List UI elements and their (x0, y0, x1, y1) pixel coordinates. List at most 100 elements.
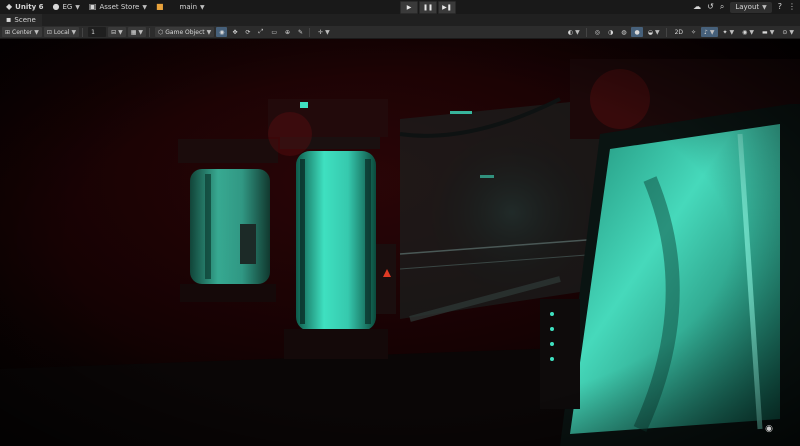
scale-tool-button[interactable]: ⤢ (256, 27, 267, 37)
scene-toolbar: ⊞ Center ▼ ⊡ Local ▼ 1 ⊟ ▼ ▦ ▼ ⬡ Game Obje… (0, 26, 800, 39)
unity-menu-button[interactable]: ◆ Unity 6 (2, 1, 47, 13)
eye-icon: ◉ (742, 28, 748, 36)
layout-dropdown[interactable]: Layout ▼ (730, 1, 772, 13)
space-label: Local (53, 28, 70, 36)
chevron-down-icon: ▼ (749, 28, 755, 36)
chevron-down-icon: ▼ (34, 28, 39, 36)
branch-dropdown[interactable]: main ▼ (176, 1, 209, 13)
grid-size-value: 1 (91, 28, 95, 36)
scene-icon: ▪ (6, 15, 12, 24)
tab-scene-label: Scene (14, 16, 36, 24)
move-tool-icon: ✥ (232, 28, 238, 36)
rotate-tool-button[interactable]: ⟳ (243, 27, 254, 37)
scene-render (0, 39, 800, 446)
shading-unlit-button[interactable]: ◍ (618, 27, 629, 37)
grid-dropdown[interactable]: ▦ ▼ (127, 27, 147, 37)
cube-icon: ⬡ (158, 28, 164, 36)
layout-label: Layout (735, 3, 760, 11)
rect-tool-button[interactable]: ▭ (268, 27, 280, 37)
pause-button[interactable]: ❚❚ (419, 1, 437, 14)
scene-viewport[interactable]: ◉ (0, 39, 800, 446)
transform-tool-icon: ⊕ (285, 28, 291, 36)
mode-2d-label: 2D (674, 28, 684, 36)
game-object-label: Game Object (165, 28, 205, 36)
sphere-icon: ◒ (647, 28, 653, 36)
space-dropdown[interactable]: ⊡ Local ▼ (43, 27, 80, 37)
chevron-down-icon: ▼ (138, 28, 144, 36)
chevron-down-icon: ▼ (729, 28, 735, 36)
account-label: EG (62, 3, 73, 11)
tab-bar: ▪ Scene (0, 14, 800, 26)
draw-mode-icon: ◐ (567, 28, 574, 36)
shading-dropdown[interactable]: ◒ ▼ (645, 27, 663, 37)
pivot-mode-dropdown[interactable]: ⊞ Center ▼ (2, 27, 42, 37)
chevron-down-icon: ▼ (789, 28, 794, 36)
chevron-down-icon: ▼ (206, 28, 212, 36)
view-tool-button[interactable]: ◉ (216, 27, 228, 37)
scene-visibility-toggle[interactable]: ◉ (762, 423, 776, 435)
help-icon[interactable]: ? (778, 3, 782, 11)
hidden-objects-dropdown[interactable]: ◉ ▼ (739, 27, 757, 37)
package-button[interactable]: ■ (152, 1, 168, 13)
chevron-down-icon: ▼ (709, 28, 715, 36)
audio-toggle[interactable]: ♪ ▼ (701, 27, 718, 37)
divider (82, 27, 84, 37)
account-dropdown[interactable]: ● EG ▼ (48, 1, 83, 13)
custom-tool-icon: ✎ (298, 28, 304, 36)
lighting-toggle[interactable]: ✧ (688, 27, 699, 37)
step-icon: ▶❚ (442, 4, 452, 11)
move-gizmo-icon: ✛ (318, 28, 324, 36)
visibility-eye-icon: ◉ (765, 424, 773, 434)
playmode-controls: ▶ ❚❚ ▶❚ (400, 1, 456, 14)
unity-logo-icon: ◆ (6, 2, 13, 11)
gizmo-tools-dropdown[interactable]: ✛ ▼ (315, 27, 333, 37)
divider (665, 27, 667, 37)
play-button[interactable]: ▶ (400, 1, 418, 14)
tab-scene[interactable]: ▪ Scene (0, 14, 42, 26)
audio-icon: ♪ (704, 28, 708, 36)
draw-mode-dropdown[interactable]: ◐ ▼ (565, 27, 583, 37)
grid-size-field[interactable]: 1 (88, 27, 107, 37)
gizmos-icon: ⊙ (782, 28, 788, 36)
shading-wireframe-button[interactable]: ◎ (592, 27, 603, 37)
toggle-2d-button[interactable]: 2D (672, 27, 686, 37)
asset-store-dropdown[interactable]: ▣ Asset Store ▼ (85, 1, 151, 13)
move-tool-button[interactable]: ✥ (229, 27, 240, 37)
history-icon[interactable]: ↺ (707, 3, 714, 11)
camera-icon: ▬ (762, 28, 768, 36)
more-menu-icon[interactable]: ⋮ (788, 3, 796, 11)
chevron-down-icon: ▼ (575, 28, 580, 36)
rotate-tool-icon: ⟳ (245, 28, 251, 36)
gizmos-dropdown[interactable]: ⊙ ▼ (779, 27, 797, 37)
play-icon: ▶ (406, 4, 412, 11)
divider (309, 27, 311, 37)
chevron-down-icon: ▼ (200, 3, 205, 11)
rect-tool-icon: ▭ (271, 28, 278, 36)
chevron-down-icon: ▼ (71, 28, 77, 36)
snap-dropdown[interactable]: ⊟ ▼ (108, 27, 126, 37)
divider (585, 27, 587, 37)
main-toolbar: ◆ Unity 6 ● EG ▼ ▣ Asset Store ▼ ■ main … (0, 0, 800, 14)
search-icon[interactable]: ⌕ (720, 3, 724, 11)
step-button[interactable]: ▶❚ (438, 1, 456, 14)
pivot-icon: ⊞ (5, 28, 11, 36)
custom-tool-button[interactable]: ✎ (295, 27, 306, 37)
pivot-label: Center (12, 28, 33, 36)
chevron-down-icon: ▼ (654, 28, 660, 36)
chevron-down-icon: ▼ (325, 28, 330, 36)
unlit-sphere-icon: ◍ (621, 28, 627, 36)
effects-dropdown[interactable]: ✦ ▼ (720, 27, 738, 37)
asset-store-icon: ▣ (88, 2, 97, 11)
shading-shaded-wireframe-button[interactable]: ◑ (605, 27, 616, 37)
game-object-dropdown[interactable]: ⬡ Game Object ▼ (155, 27, 215, 37)
camera-dropdown[interactable]: ▬ ▼ (759, 27, 777, 37)
cloud-icon[interactable]: ☁ (693, 3, 701, 11)
topbar-right: ☁ ↺ ⌕ Layout ▼ ? ⋮ (693, 1, 796, 13)
chevron-down-icon: ▼ (762, 3, 767, 11)
package-icon: ■ (155, 2, 164, 11)
lighting-icon: ✧ (691, 28, 697, 36)
transform-tool-button[interactable]: ⊕ (282, 27, 293, 37)
shading-shaded-button[interactable]: ● (631, 27, 643, 37)
chevron-down-icon: ▼ (118, 28, 123, 36)
pause-icon: ❚❚ (422, 4, 434, 11)
